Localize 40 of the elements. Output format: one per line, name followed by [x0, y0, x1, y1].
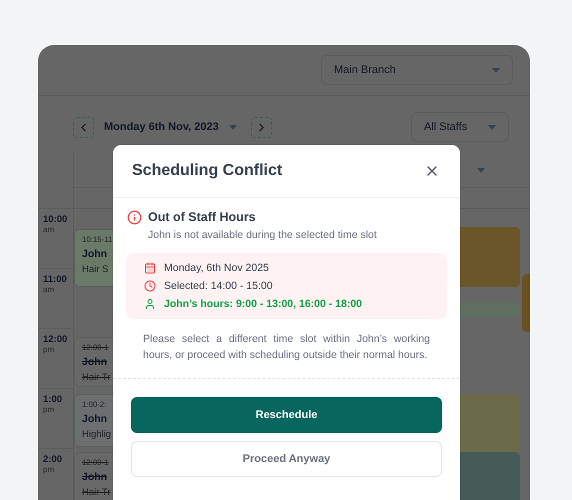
reschedule-button[interactable]: Reschedule: [131, 397, 442, 433]
period-label: pm: [43, 465, 56, 474]
clock-icon: [144, 280, 156, 292]
event-name: John: [82, 471, 108, 483]
info-icon: [127, 210, 142, 225]
staff-select[interactable]: All Staffs: [411, 112, 509, 142]
caret-icon: [488, 124, 496, 130]
instruction-text: Please select a different time slot within John’s working hours, or proceed with scheduling outside their normal hours.: [143, 332, 430, 363]
event-service: Hair Tr: [82, 487, 110, 498]
branch-select[interactable]: Main Branch: [321, 55, 513, 85]
period-label: pm: [43, 405, 56, 414]
detail-text: Selected: 14:00 - 15:00: [164, 280, 273, 292]
time-label: 2:00: [43, 454, 64, 465]
dialog-title: Scheduling Conflict: [132, 162, 282, 180]
event-service: Hair S: [82, 264, 108, 275]
detail-text: Monday, 6th Nov 2025: [164, 262, 269, 274]
time-label: 1:00: [43, 394, 64, 405]
period-label: pm: [43, 345, 56, 354]
time-label: 11:00: [43, 274, 68, 285]
time-label: 12:00: [43, 334, 68, 345]
period-label: am: [43, 225, 56, 234]
previous-button[interactable]: [73, 116, 94, 138]
calendar-icon: [144, 262, 156, 274]
period-label: am: [43, 285, 56, 294]
person-icon: [144, 298, 156, 310]
date-picker[interactable]: Monday 6th Nov, 2023: [104, 121, 237, 133]
proceed-button[interactable]: Proceed Anyway: [131, 441, 442, 477]
caret-icon: [228, 124, 237, 130]
detail-text: John’s hours: 9:00 - 13:00, 16:00 - 18:00: [164, 298, 362, 310]
event-service: Hair Tr: [82, 372, 110, 383]
alert-title: Out of Staff Hours: [148, 210, 257, 224]
alert-message: John is not available during the selected time slot: [148, 229, 377, 241]
time-label: 10:00: [43, 214, 68, 225]
caret-icon: [492, 68, 500, 72]
next-button[interactable]: [250, 116, 272, 138]
caret-icon: [477, 168, 485, 172]
event-name: John: [82, 356, 108, 368]
event-name: John: [82, 248, 108, 260]
event-service: Highlig: [82, 429, 112, 440]
event-name: John: [82, 413, 108, 425]
